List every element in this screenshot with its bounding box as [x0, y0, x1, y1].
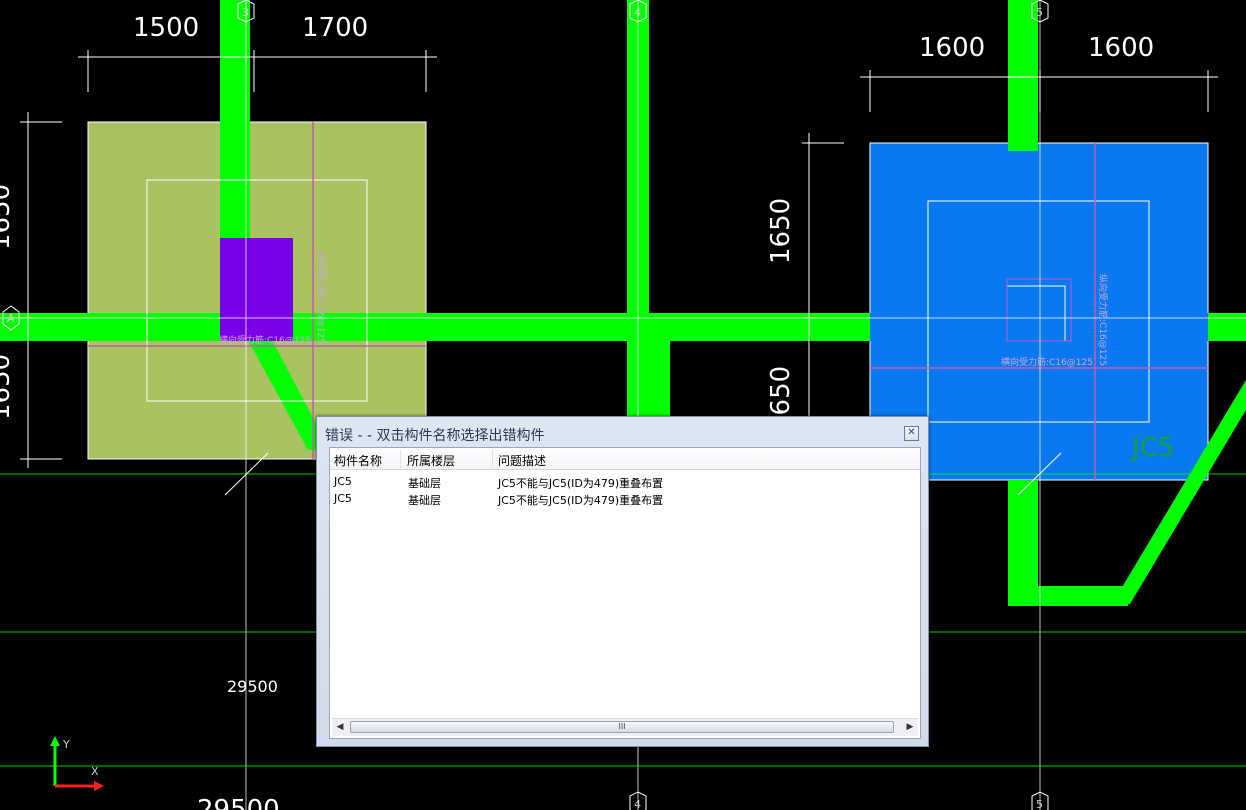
error-list[interactable]: 构件名称 所属楼层 问题描述 JC5 基础层 JC5不能与JC5(ID为479)…	[329, 447, 921, 739]
dim-left-vertical-1: 1650	[0, 184, 16, 250]
cell-component-name[interactable]: JC5	[334, 475, 352, 488]
svg-text:Y: Y	[62, 738, 70, 751]
component-label: JC5	[1130, 433, 1174, 463]
axis-label-5: 5	[1036, 6, 1043, 19]
table-row[interactable]: JC5 基础层 JC5不能与JC5(ID为479)重叠布置	[330, 491, 920, 508]
axis-label-3: 3	[242, 6, 249, 19]
column-header-name[interactable]: 构件名称	[334, 452, 382, 469]
dialog-title: 错误 - - 双击构件名称选择出错构件	[325, 428, 545, 444]
error-dialog[interactable]: 错误 - - 双击构件名称选择出错构件 ✕ 构件名称 所属楼层 问题描述 JC5…	[316, 416, 929, 747]
dim-bottom-large: 29500	[197, 795, 280, 810]
axis-label-4: 4	[634, 6, 641, 19]
dim-top-right-1: 1600	[919, 33, 985, 63]
rebar-label-left-horizontal: 横向受力筋:C16@125	[219, 334, 311, 346]
axis-label-4-bottom: 4	[634, 798, 641, 810]
axis-label-5-bottom: 5	[1036, 798, 1043, 810]
close-icon[interactable]: ✕	[904, 426, 919, 441]
cell-floor: 基础层	[408, 494, 441, 507]
rebar-label-right-horizontal: 横向受力筋:C16@125	[1001, 356, 1093, 368]
scroll-left-icon[interactable]: ◀	[332, 719, 348, 736]
dim-bottom-small: 29500	[227, 677, 278, 696]
scroll-thumb[interactable]: III	[350, 721, 894, 733]
column-header-floor[interactable]: 所属楼层	[407, 452, 455, 469]
axis-label-a: A	[7, 312, 15, 325]
dim-mid-vertical-1: 1650	[766, 198, 796, 264]
horizontal-scrollbar[interactable]: ◀ III ▶	[332, 718, 918, 736]
column-header-description[interactable]: 问题描述	[498, 452, 546, 469]
dim-top-right-2: 1600	[1088, 33, 1154, 63]
ucs-icon: Y X	[50, 736, 104, 791]
rebar-label-right-vertical: 纵向受力筋:C16@125	[1097, 274, 1109, 366]
dim-top-left-1: 1500	[133, 13, 199, 43]
cell-floor: 基础层	[408, 477, 441, 490]
cell-component-name[interactable]: JC5	[334, 492, 352, 505]
scroll-right-icon[interactable]: ▶	[902, 719, 918, 736]
column-left[interactable]	[220, 238, 293, 341]
cell-description: JC5不能与JC5(ID为479)重叠布置	[498, 477, 664, 490]
list-header: 构件名称 所属楼层 问题描述	[330, 448, 920, 470]
table-row[interactable]: JC5 基础层 JC5不能与JC5(ID为479)重叠布置	[330, 474, 920, 491]
dim-left-vertical-2: 1650	[0, 354, 16, 420]
rebar-label-left-vertical: 纵向受力筋:C16@125	[315, 252, 327, 344]
svg-text:X: X	[91, 765, 99, 778]
dim-top-left-2: 1700	[302, 13, 368, 43]
cell-description: JC5不能与JC5(ID为479)重叠布置	[498, 494, 664, 507]
